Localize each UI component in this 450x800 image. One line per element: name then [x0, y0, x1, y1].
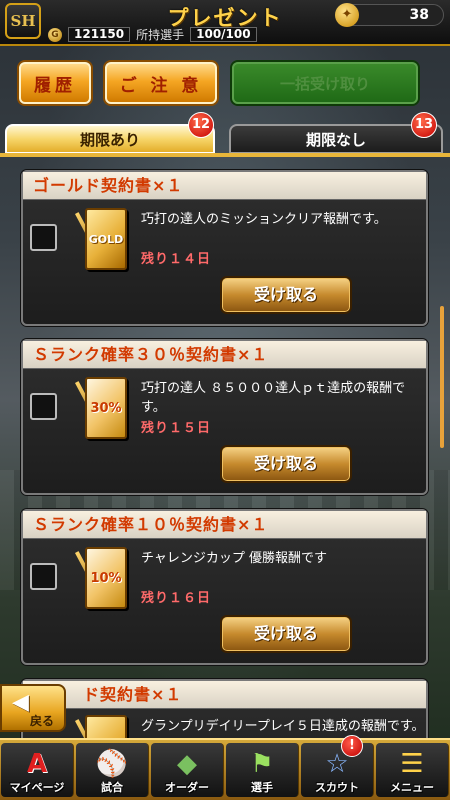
- gift-checkbox[interactable]: [30, 393, 57, 420]
- nav-game[interactable]: ⚾ 試合: [76, 743, 149, 797]
- nav-label: 選手: [251, 781, 273, 794]
- nav-players[interactable]: ⚑ 選手: [226, 743, 299, 797]
- baseball-icon: ⚾: [95, 749, 129, 779]
- gold-icon: G: [48, 27, 62, 42]
- s-rank-contract-image: 10%: [75, 547, 131, 613]
- gift-remaining: 残り１５日: [141, 421, 212, 436]
- history-button[interactable]: 履歴: [19, 62, 91, 104]
- roster-label: 所持選手: [136, 28, 185, 42]
- receive-button[interactable]: 受け取る: [220, 445, 352, 483]
- nav-label: マイページ: [9, 781, 65, 794]
- player-icon: ⚑: [250, 749, 274, 779]
- gold-amount: 121150: [68, 27, 131, 42]
- caution-button[interactable]: ご 注 意: [105, 62, 217, 104]
- scout-notification-badge: !: [341, 735, 363, 757]
- receive-button[interactable]: 受け取る: [220, 276, 352, 314]
- nav-label: オーダー: [165, 781, 209, 794]
- gift-title: Ｓランク確率３０％契約書×１: [23, 341, 426, 369]
- back-label: 戻る: [30, 714, 55, 728]
- header-bar: SH プレゼント ✦ 38 G 121150 所持選手 100/100: [0, 0, 450, 46]
- gift-title: ゴールド契約書×１: [23, 172, 426, 200]
- back-arrow-icon: ◀: [12, 690, 29, 715]
- nav-menu[interactable]: ☰ メニュー: [376, 743, 449, 797]
- nav-label: メニュー: [390, 781, 434, 794]
- gift-description: グランプリデイリープレイ５日達成の報酬です。: [141, 719, 425, 734]
- coin-icon: ✦: [335, 3, 359, 27]
- bottom-nav: A マイページ ⚾ 試合 ◆ オーダー ⚑ 選手 ☆ スカウト ! ☰ メニュー: [0, 735, 450, 800]
- gift-description: 巧打の達人 ８５０００達人ｐｔ達成の報酬です。: [141, 381, 406, 415]
- tab-no-expiry-badge: 13: [411, 112, 437, 138]
- team-logo: SH: [5, 3, 41, 39]
- gift-description: チャレンジカップ 優勝報酬です: [141, 551, 328, 566]
- gift-title: Ｓランク確率１０％契約書×１: [23, 511, 426, 539]
- menu-mascot-icon: ☰: [400, 749, 424, 779]
- gift-description: 巧打の達人のミッションクリア報酬です。: [141, 212, 387, 227]
- currency-amount: 38: [409, 7, 429, 23]
- nav-order[interactable]: ◆ オーダー: [151, 743, 224, 797]
- gift-remaining: 残り１６日: [141, 591, 212, 606]
- gift-checkbox[interactable]: [30, 224, 57, 251]
- scrollbar[interactable]: [440, 306, 444, 448]
- contract-ticket: 10%: [85, 547, 127, 609]
- nav-mypage[interactable]: A マイページ: [1, 743, 74, 797]
- tab-divider: [0, 153, 450, 157]
- nav-label: スカウト: [315, 781, 359, 794]
- back-button[interactable]: ◀ 戻る: [0, 684, 66, 732]
- gift-card: Ｓランク確率１０％契約書×１ 10% チャレンジカップ 優勝報酬です 残り１６日…: [21, 509, 428, 665]
- mypage-icon: A: [26, 749, 48, 779]
- roster-count: 100/100: [190, 27, 257, 42]
- gift-remaining: 残り１４日: [141, 252, 212, 267]
- gift-title: ド契約書×１: [23, 681, 426, 709]
- tab-with-expiry[interactable]: 期限あり: [5, 124, 215, 154]
- nav-scout[interactable]: ☆ スカウト !: [301, 735, 374, 797]
- gift-card: ゴールド契約書×１ GOLD 巧打の達人のミッションクリア報酬です。 残り１４日…: [21, 170, 428, 326]
- field-diamond-icon: ◆: [177, 749, 197, 779]
- contract-ticket: 30%: [85, 377, 127, 439]
- gift-card: Ｓランク確率３０％契約書×１ 30% 巧打の達人 ８５０００達人ｐｔ達成の報酬で…: [21, 339, 428, 495]
- s-rank-contract-image: 30%: [75, 377, 131, 443]
- tab-with-expiry-badge: 12: [188, 112, 214, 138]
- gold-contract-image: GOLD: [75, 208, 131, 274]
- contract-ticket: GOLD: [85, 208, 127, 270]
- premium-currency[interactable]: ✦ 38: [335, 3, 444, 27]
- nav-label: 試合: [101, 781, 123, 794]
- status-bar: G 121150 所持選手 100/100: [48, 26, 320, 43]
- receive-button[interactable]: 受け取る: [220, 615, 352, 653]
- receive-all-button[interactable]: 一括受け取り: [232, 62, 418, 104]
- gift-checkbox[interactable]: [30, 563, 57, 590]
